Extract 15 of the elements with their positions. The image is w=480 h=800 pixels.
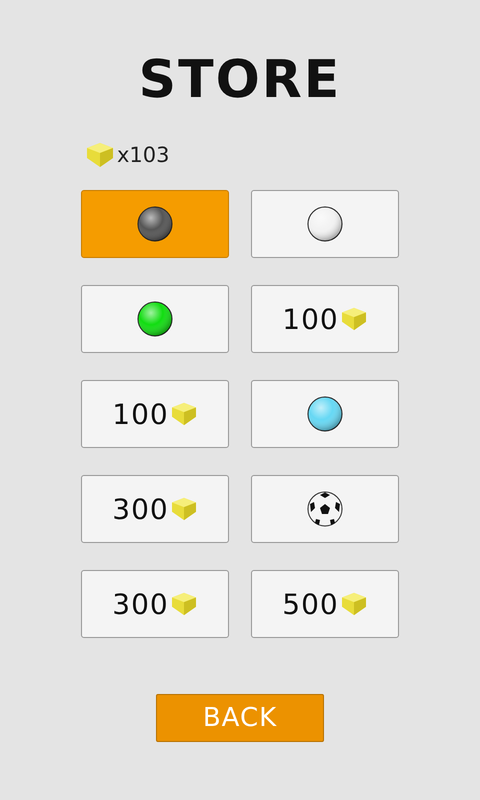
cube-icon: [170, 592, 198, 616]
price-button[interactable]: 500: [251, 570, 399, 638]
price-button[interactable]: 100: [251, 285, 399, 353]
price-button[interactable]: 300: [81, 475, 229, 543]
cube-icon: [85, 142, 115, 168]
cube-icon: [170, 497, 198, 521]
price-button[interactable]: 100: [81, 380, 229, 448]
cube-icon: [340, 592, 368, 616]
cube-icon: [340, 307, 368, 331]
price-button[interactable]: 300: [81, 570, 229, 638]
ball-option-button[interactable]: [251, 475, 399, 543]
cube-icon: [170, 402, 198, 426]
store-title: STORE: [138, 49, 342, 112]
soccer-ball-icon: [307, 491, 343, 527]
coin-count: x103: [117, 143, 170, 167]
